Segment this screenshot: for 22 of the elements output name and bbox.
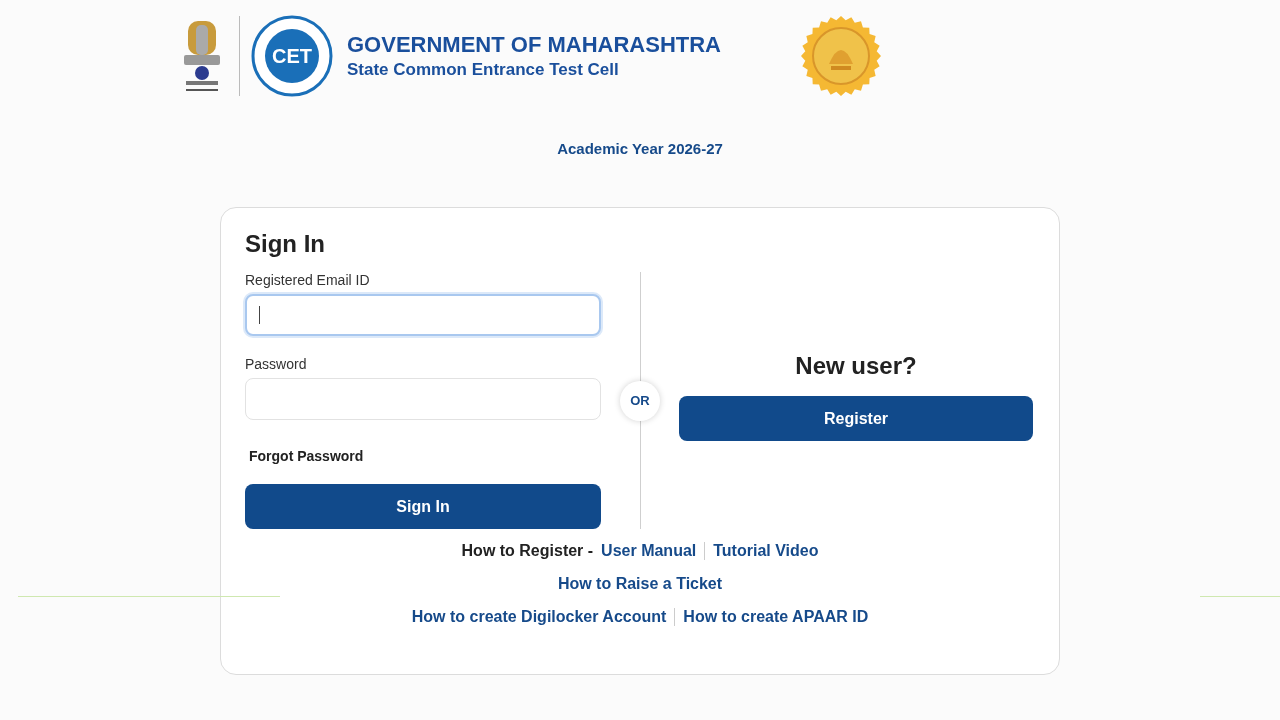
help-link[interactable]: Tutorial Video (713, 542, 819, 560)
help-link[interactable]: How to create Digilocker Account (411, 608, 667, 626)
help-link[interactable]: How to create APAAR ID (683, 608, 869, 626)
seal-icon (801, 16, 881, 96)
text-cursor (259, 306, 260, 324)
field-label: Password (245, 356, 308, 372)
or-badge: OR (620, 380, 660, 421)
help-link[interactable]: User Manual (601, 542, 697, 560)
sign-in-heading: Sign In (245, 230, 326, 258)
cet-logo: CET (251, 15, 333, 97)
site-subtitle: State Common Entrance Test Cell (347, 60, 620, 80)
forgot-password-link[interactable]: Forgot Password (249, 448, 364, 464)
help-link[interactable]: How to Raise a Ticket (557, 575, 723, 593)
text-field[interactable] (245, 294, 601, 336)
text-field[interactable] (245, 378, 601, 420)
field-label: Registered Email ID (245, 272, 371, 288)
academic-year: Academic Year 2026-27 (557, 140, 723, 157)
register-button[interactable]: Register (679, 396, 1033, 441)
site-title: GOVERNMENT OF MAHARASHTRA (347, 32, 722, 58)
sign-in-button[interactable]: Sign In (245, 484, 601, 529)
help-label: How to Register - (461, 542, 594, 560)
new-user-heading: New user? (794, 352, 918, 380)
